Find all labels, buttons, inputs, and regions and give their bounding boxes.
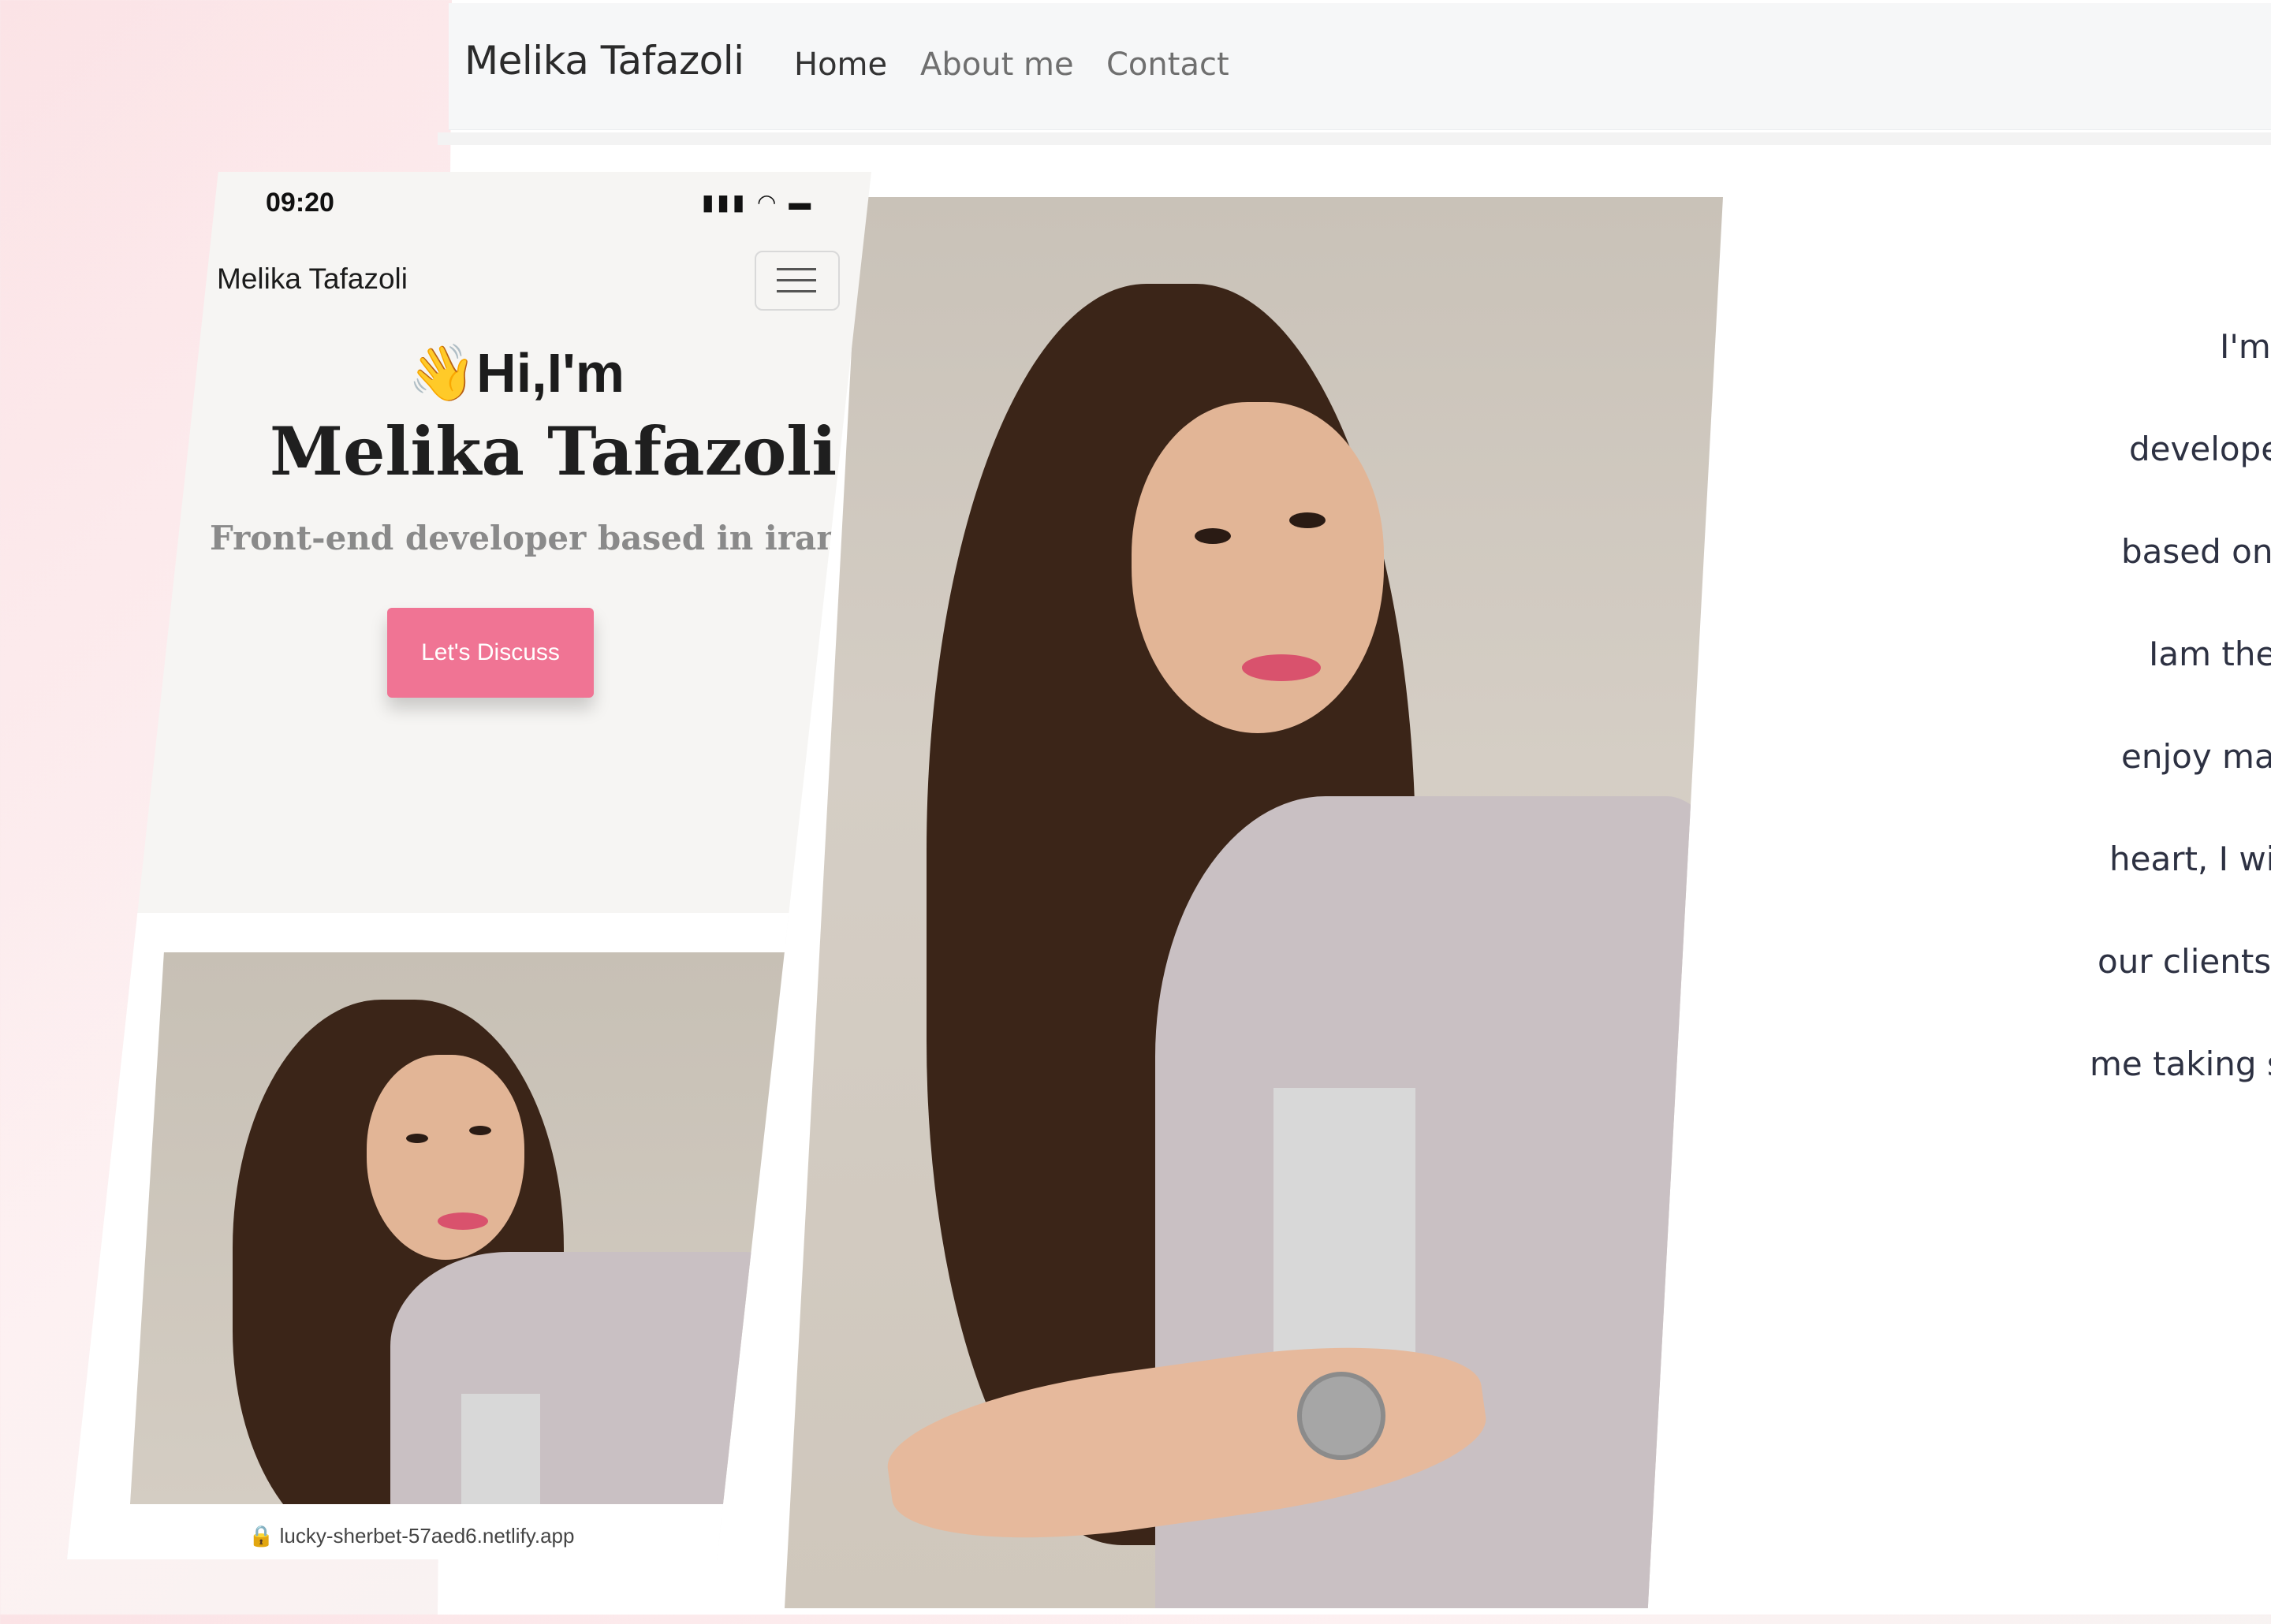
status-time: 09:20	[266, 188, 334, 218]
lock-icon: 🔒	[248, 1524, 274, 1548]
about-line: our clients, no r	[2098, 942, 2271, 981]
lets-discuss-button[interactable]: Let's Discuss	[387, 608, 594, 698]
hamburger-icon-line	[777, 290, 816, 292]
about-line: Iam the rigl	[2149, 635, 2271, 673]
greeting-text: Hi,I'm	[476, 342, 625, 404]
hamburger-icon	[777, 268, 816, 270]
desktop-divider	[438, 132, 2271, 145]
signal-icon: ▮▮▮	[702, 190, 748, 214]
about-line: I'm t	[2220, 327, 2271, 366]
mobile-profile-photo	[130, 952, 807, 1504]
nav-link-contact[interactable]: Contact	[1106, 47, 1229, 83]
about-line: based on clie	[2121, 532, 2271, 571]
wifi-icon: ◠	[757, 190, 780, 214]
wave-icon: 👋	[408, 342, 477, 404]
nav-link-home[interactable]: Home	[794, 47, 887, 83]
about-line: heart, I will be	[2109, 840, 2271, 878]
about-line: enjoy making	[2121, 737, 2271, 776]
desktop-brand[interactable]: Melika Tafazoli	[464, 38, 744, 84]
hamburger-menu-button[interactable]	[755, 251, 840, 311]
url-bar[interactable]: 🔒 lucky-sherbet-57aed6.netlify.app	[248, 1524, 574, 1548]
hero-subtitle: Front-end developer based in iran	[210, 519, 841, 557]
desktop-navbar: Melika Tafazoli Home About me Contact	[449, 3, 2271, 130]
hamburger-icon-line	[777, 279, 816, 281]
status-icons: ▮▮▮ ◠ ▬	[702, 189, 814, 215]
desktop-profile-photo	[785, 197, 1723, 1608]
greeting: 👋Hi,I'm	[408, 341, 625, 406]
about-line: me taking some	[2090, 1045, 2271, 1083]
mobile-brand[interactable]: Melika Tafazoli	[217, 263, 408, 296]
url-text: lucky-sherbet-57aed6.netlify.app	[279, 1524, 575, 1548]
hero-name: Melika Tafazoli	[270, 412, 837, 490]
about-line: developer,pr	[2129, 430, 2271, 468]
battery-icon: ▬	[789, 190, 815, 214]
nav-link-about[interactable]: About me	[920, 47, 1074, 83]
